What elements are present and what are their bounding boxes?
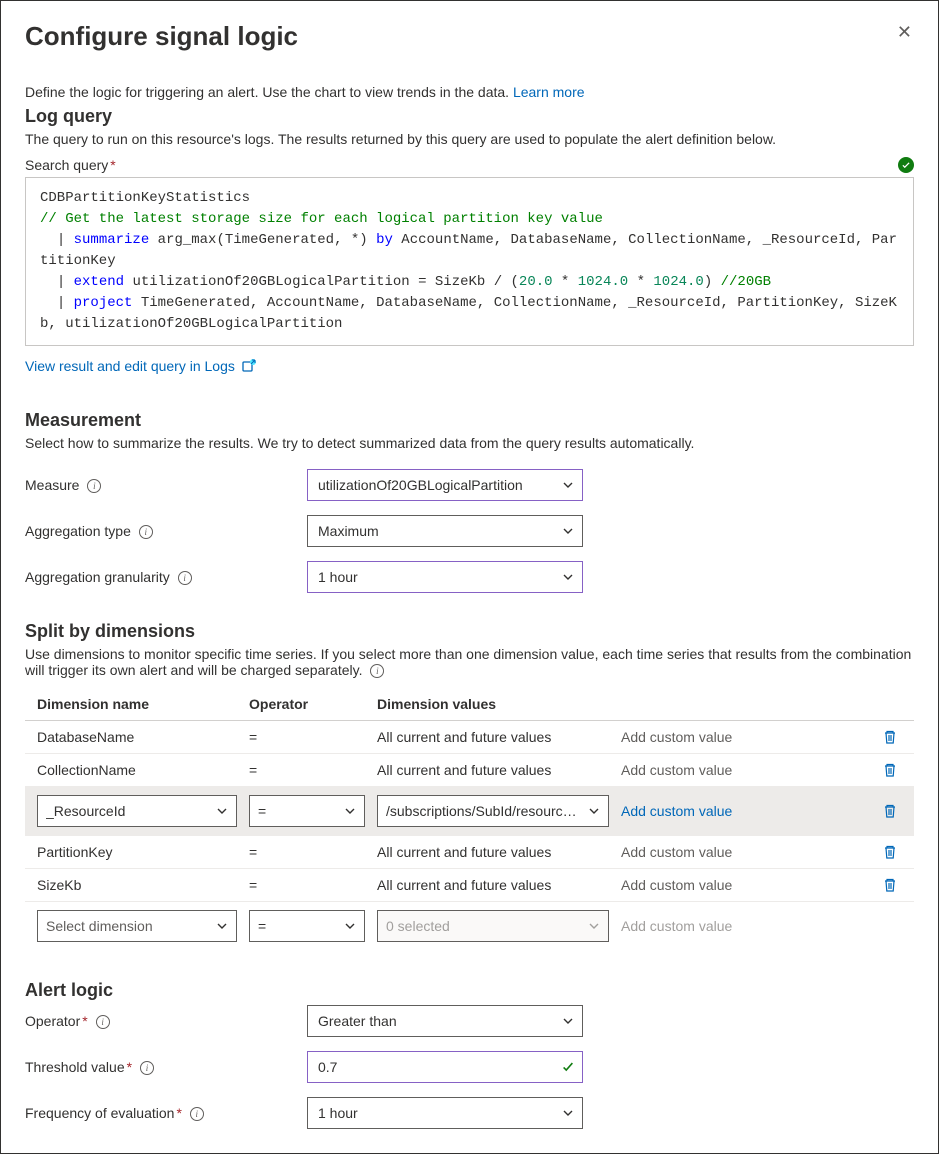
- configure-signal-logic-panel: Configure signal logic ✕ Define the logi…: [0, 0, 939, 1154]
- chevron-down-icon: [562, 1015, 574, 1027]
- new-dimension-name-select[interactable]: Select dimension: [37, 910, 237, 942]
- delete-icon[interactable]: [882, 803, 898, 819]
- add-custom-value-link[interactable]: Add custom value: [621, 762, 866, 778]
- table-row: _ResourceId = /subscriptions/SubId/resourc…: [25, 787, 914, 836]
- frequency-row: Frequency of evaluation* i 1 hour: [25, 1097, 914, 1129]
- add-custom-value-link[interactable]: Add custom value: [621, 844, 866, 860]
- dimension-name-cell: CollectionName: [37, 762, 237, 778]
- dimension-op-cell: =: [249, 762, 365, 778]
- aggregation-type-select[interactable]: Maximum: [307, 515, 583, 547]
- threshold-label: Threshold value* i: [25, 1059, 307, 1075]
- add-custom-value-link[interactable]: Add custom value: [621, 877, 866, 893]
- aggregation-granularity-select[interactable]: 1 hour: [307, 561, 583, 593]
- delete-icon[interactable]: [882, 877, 898, 893]
- intro-text-body: Define the logic for triggering an alert…: [25, 84, 513, 100]
- aggregation-granularity-label: Aggregation granularity i: [25, 569, 307, 585]
- intro-text: Define the logic for triggering an alert…: [25, 84, 914, 100]
- operator-select[interactable]: Greater than: [307, 1005, 583, 1037]
- chevron-down-icon: [562, 525, 574, 537]
- delete-icon[interactable]: [882, 729, 898, 745]
- dimension-op-cell: =: [249, 729, 365, 745]
- table-row: CollectionName = All current and future va…: [25, 754, 914, 787]
- table-row: PartitionKey = All current and future valu…: [25, 836, 914, 869]
- query-area: CDBPartitionKeyStatistics // Get the lat…: [25, 177, 914, 346]
- frequency-select[interactable]: 1 hour: [307, 1097, 583, 1129]
- chevron-down-icon: [588, 805, 600, 817]
- chevron-down-icon: [344, 920, 356, 932]
- splitby-desc: Use dimensions to monitor specific time …: [25, 646, 914, 678]
- info-icon[interactable]: i: [370, 664, 384, 678]
- learn-more-link[interactable]: Learn more: [513, 84, 585, 100]
- delete-icon[interactable]: [882, 762, 898, 778]
- table-row: SizeKb = All current and future values Add …: [25, 869, 914, 902]
- add-custom-value-link[interactable]: Add custom value: [621, 803, 866, 819]
- measurement-desc: Select how to summarize the results. We …: [25, 435, 914, 451]
- chevron-down-icon: [562, 479, 574, 491]
- chevron-down-icon: [216, 805, 228, 817]
- add-custom-value-link[interactable]: Add custom value: [621, 729, 866, 745]
- threshold-row: Threshold value* i: [25, 1051, 914, 1083]
- dimension-values-cell: All current and future values: [377, 844, 609, 860]
- info-icon[interactable]: i: [87, 479, 101, 493]
- chevron-down-icon: [344, 805, 356, 817]
- page-title: Configure signal logic: [25, 21, 298, 52]
- dimensions-new-row: Select dimension = 0 selected Add custom…: [25, 902, 914, 950]
- search-query-editor[interactable]: CDBPartitionKeyStatistics // Get the lat…: [25, 177, 914, 346]
- dimension-values-cell: All current and future values: [377, 729, 609, 745]
- alert-logic-heading: Alert logic: [25, 980, 914, 1001]
- view-in-logs-row: View result and edit query in Logs: [25, 358, 914, 374]
- dimension-values-select[interactable]: /subscriptions/SubId/resourc…: [377, 795, 609, 827]
- operator-row: Operator* i Greater than: [25, 1005, 914, 1037]
- dimension-values-cell: All current and future values: [377, 877, 609, 893]
- panel-header: Configure signal logic ✕: [25, 21, 914, 52]
- new-dimension-custom-placeholder: Add custom value: [621, 918, 866, 934]
- info-icon[interactable]: i: [96, 1015, 110, 1029]
- dimension-op-select[interactable]: =: [249, 795, 365, 827]
- col-operator: Operator: [249, 696, 365, 712]
- new-dimension-values-select[interactable]: 0 selected: [377, 910, 609, 942]
- dimension-name-cell: PartitionKey: [37, 844, 237, 860]
- log-query-desc: The query to run on this resource's logs…: [25, 131, 914, 147]
- query-valid-icon: [898, 157, 914, 173]
- info-icon[interactable]: i: [178, 571, 192, 585]
- info-icon[interactable]: i: [190, 1107, 204, 1121]
- info-icon[interactable]: i: [140, 1061, 154, 1075]
- dimension-op-cell: =: [249, 844, 365, 860]
- splitby-heading: Split by dimensions: [25, 621, 914, 642]
- operator-label: Operator* i: [25, 1013, 307, 1029]
- col-dimension-values: Dimension values: [377, 696, 609, 712]
- dimension-name-cell: SizeKb: [37, 877, 237, 893]
- measure-select[interactable]: utilizationOf20GBLogicalPartition: [307, 469, 583, 501]
- log-query-heading: Log query: [25, 106, 914, 127]
- threshold-input[interactable]: [307, 1051, 583, 1083]
- dimension-name-select[interactable]: _ResourceId: [37, 795, 237, 827]
- chevron-down-icon: [216, 920, 228, 932]
- frequency-label: Frequency of evaluation* i: [25, 1105, 307, 1121]
- measure-row: Measure i utilizationOf20GBLogicalPartit…: [25, 469, 914, 501]
- aggregation-type-row: Aggregation type i Maximum: [25, 515, 914, 547]
- chevron-down-icon: [562, 571, 574, 583]
- dimension-values-cell: All current and future values: [377, 762, 609, 778]
- required-mark: *: [110, 157, 115, 173]
- aggregation-granularity-row: Aggregation granularity i 1 hour: [25, 561, 914, 593]
- valid-check-icon: [561, 1060, 575, 1074]
- info-icon[interactable]: i: [139, 525, 153, 539]
- col-dimension-name: Dimension name: [37, 696, 237, 712]
- measure-label: Measure i: [25, 477, 307, 493]
- dimension-op-cell: =: [249, 877, 365, 893]
- delete-icon[interactable]: [882, 844, 898, 860]
- view-in-logs-link[interactable]: View result and edit query in Logs: [25, 358, 235, 374]
- measurement-heading: Measurement: [25, 410, 914, 431]
- chevron-down-icon: [562, 1107, 574, 1119]
- dimensions-table-header: Dimension name Operator Dimension values: [25, 688, 914, 721]
- close-icon[interactable]: ✕: [895, 21, 914, 43]
- chevron-down-icon: [588, 920, 600, 932]
- popout-icon[interactable]: [241, 358, 257, 374]
- table-row: DatabaseName = All current and future valu…: [25, 721, 914, 754]
- dimensions-table: Dimension name Operator Dimension values…: [25, 688, 914, 950]
- new-dimension-op-select[interactable]: =: [249, 910, 365, 942]
- dimension-name-cell: DatabaseName: [37, 729, 237, 745]
- search-query-label: Search query*: [25, 157, 116, 173]
- aggregation-type-label: Aggregation type i: [25, 523, 307, 539]
